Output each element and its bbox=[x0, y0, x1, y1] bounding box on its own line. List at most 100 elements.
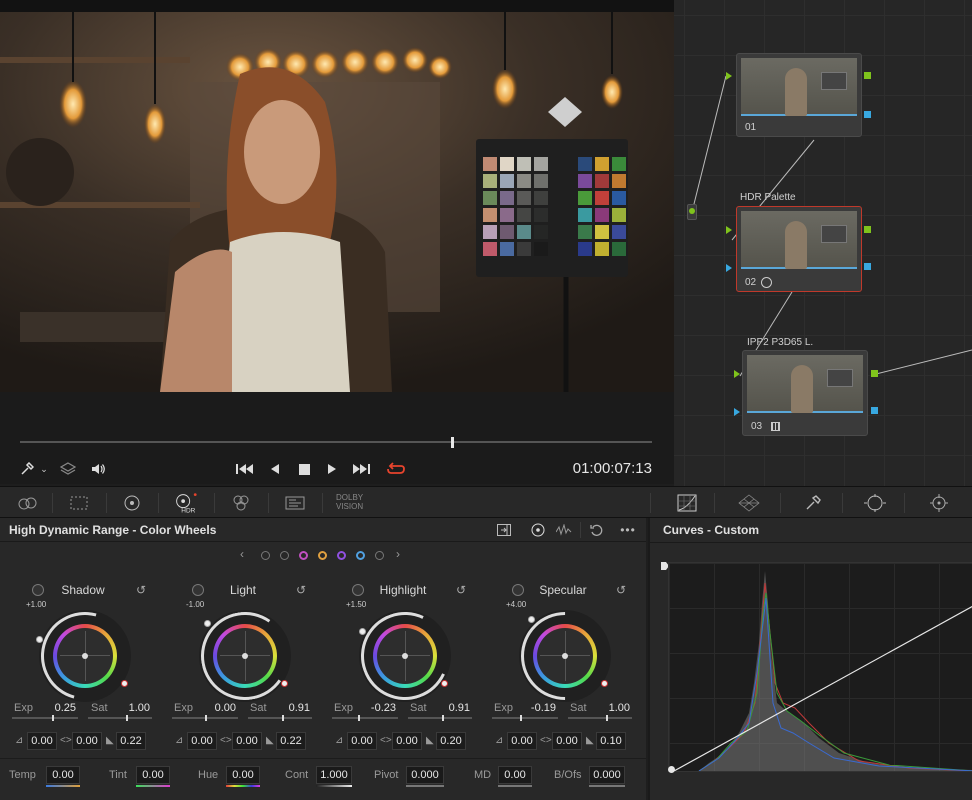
wheel-ring-knob[interactable] bbox=[121, 680, 128, 687]
y-offset-field[interactable]: 0.00 bbox=[552, 732, 582, 750]
stop-icon[interactable] bbox=[295, 460, 313, 478]
y-offset-field[interactable]: 0.00 bbox=[392, 732, 422, 750]
falloff-field[interactable]: 0.10 bbox=[596, 732, 626, 750]
sat-value[interactable]: 0.91 bbox=[434, 702, 470, 714]
wheel-puck[interactable] bbox=[82, 653, 88, 659]
play-icon[interactable] bbox=[323, 460, 341, 478]
hdr-icon[interactable]: HDR bbox=[172, 491, 198, 515]
x-offset-field[interactable]: 0.00 bbox=[27, 732, 57, 750]
rgb-mixer-icon[interactable] bbox=[228, 493, 254, 513]
skip-back-icon[interactable] bbox=[234, 460, 256, 478]
tint-field[interactable]: 0.00 bbox=[136, 766, 170, 784]
skip-forward-icon[interactable] bbox=[350, 460, 372, 478]
temp-field[interactable]: 0.00 bbox=[46, 766, 80, 784]
tracker-icon[interactable] bbox=[926, 493, 952, 513]
node-output-port[interactable] bbox=[864, 226, 871, 233]
viewer-image[interactable] bbox=[0, 12, 674, 392]
hue-field[interactable]: 0.00 bbox=[226, 766, 260, 784]
node-input-port[interactable] bbox=[734, 370, 740, 378]
expand-icon[interactable] bbox=[494, 521, 514, 539]
x-offset-field[interactable]: 0.00 bbox=[187, 732, 217, 750]
chevron-down-icon[interactable]: ⌄ bbox=[38, 460, 50, 478]
node-key-input-port[interactable] bbox=[726, 264, 732, 272]
sat-value[interactable]: 0.91 bbox=[274, 702, 310, 714]
node-02-selected[interactable]: 02 bbox=[736, 206, 862, 292]
speaker-icon[interactable] bbox=[88, 460, 108, 478]
more-options-icon[interactable]: ••• bbox=[618, 521, 638, 539]
motion-effects-icon[interactable] bbox=[282, 493, 308, 513]
wheels-mode-icon[interactable] bbox=[528, 521, 548, 539]
playhead[interactable] bbox=[451, 437, 454, 448]
exp-value[interactable]: 0.00 bbox=[200, 702, 236, 714]
exp-slider[interactable] bbox=[332, 715, 398, 721]
node-key-input-port[interactable] bbox=[734, 408, 740, 416]
node-output-port[interactable] bbox=[871, 370, 878, 377]
wheel-ring-knob[interactable] bbox=[601, 680, 608, 687]
color-wheels-icon[interactable] bbox=[119, 493, 145, 513]
sat-slider[interactable] bbox=[88, 715, 152, 721]
exp-value[interactable]: -0.23 bbox=[358, 702, 396, 714]
exp-slider[interactable] bbox=[492, 715, 558, 721]
chevron-left-icon[interactable]: ‹ bbox=[240, 547, 244, 561]
exp-slider[interactable] bbox=[172, 715, 238, 721]
reset-all-icon[interactable] bbox=[586, 521, 606, 539]
zone-dot[interactable] bbox=[375, 551, 384, 560]
chevron-right-icon[interactable]: › bbox=[396, 547, 400, 561]
wheel-puck[interactable] bbox=[242, 653, 248, 659]
reset-icon[interactable]: ↺ bbox=[136, 583, 146, 597]
falloff-field[interactable]: 0.22 bbox=[116, 732, 146, 750]
play-reverse-icon[interactable] bbox=[266, 460, 284, 478]
y-offset-field[interactable]: 0.00 bbox=[72, 732, 102, 750]
curves-icon[interactable] bbox=[674, 493, 700, 513]
waveform-mode-icon[interactable] bbox=[554, 521, 574, 539]
camera-raw-icon[interactable] bbox=[14, 493, 40, 513]
reset-icon[interactable]: ↺ bbox=[616, 583, 626, 597]
color-match-icon[interactable] bbox=[66, 493, 92, 513]
reset-icon[interactable]: ↺ bbox=[296, 583, 306, 597]
wheel-ring-knob[interactable] bbox=[281, 680, 288, 687]
node-alpha-port[interactable] bbox=[864, 263, 871, 270]
node-graph[interactable]: 01 HDR Palette 02 IPP2 P3D65 L. 03 bbox=[674, 0, 972, 486]
bofs-field[interactable]: 0.000 bbox=[589, 766, 625, 784]
timeline-scrubber[interactable] bbox=[20, 441, 652, 443]
node-03[interactable]: 03 bbox=[742, 350, 868, 436]
reset-icon[interactable]: ↺ bbox=[456, 583, 466, 597]
zone-dot[interactable] bbox=[261, 551, 270, 560]
exp-value[interactable]: -0.19 bbox=[518, 702, 556, 714]
sat-slider[interactable] bbox=[408, 715, 472, 721]
zone-dot-active[interactable] bbox=[356, 551, 365, 560]
wheel-ring-knob[interactable] bbox=[528, 616, 535, 623]
zone-dot-active[interactable] bbox=[299, 551, 308, 560]
cont-field[interactable]: 1.000 bbox=[316, 766, 352, 784]
wheel-ring-knob[interactable] bbox=[36, 636, 43, 643]
sat-value[interactable]: 1.00 bbox=[114, 702, 150, 714]
node-alpha-port[interactable] bbox=[871, 407, 878, 414]
sat-slider[interactable] bbox=[248, 715, 312, 721]
loop-icon[interactable] bbox=[385, 459, 407, 479]
x-offset-field[interactable]: 0.00 bbox=[347, 732, 377, 750]
color-warper-icon[interactable] bbox=[736, 493, 762, 513]
y-offset-field[interactable]: 0.00 bbox=[232, 732, 262, 750]
falloff-field[interactable]: 0.22 bbox=[276, 732, 306, 750]
zone-dot-active[interactable] bbox=[318, 551, 327, 560]
curve-control-point[interactable] bbox=[668, 766, 675, 773]
exp-value[interactable]: 0.25 bbox=[40, 702, 76, 714]
node-alpha-port[interactable] bbox=[864, 111, 871, 118]
dolby-vision-icon[interactable]: DOLBY VISION bbox=[336, 493, 363, 511]
curves-graph[interactable] bbox=[668, 562, 972, 772]
x-offset-field[interactable]: 0.00 bbox=[507, 732, 537, 750]
md-field[interactable]: 0.00 bbox=[498, 766, 532, 784]
node-input-port[interactable] bbox=[726, 72, 732, 80]
wheel-ring-knob[interactable] bbox=[359, 628, 366, 635]
pivot-field[interactable]: 0.000 bbox=[406, 766, 444, 784]
wheel-ring-knob[interactable] bbox=[441, 680, 448, 687]
wheel-puck[interactable] bbox=[562, 653, 568, 659]
exp-slider[interactable] bbox=[12, 715, 78, 721]
sat-value[interactable]: 1.00 bbox=[594, 702, 630, 714]
window-icon[interactable] bbox=[862, 493, 888, 513]
zone-dot-active[interactable] bbox=[337, 551, 346, 560]
wheel-ring-knob[interactable] bbox=[204, 620, 211, 627]
zone-dot[interactable] bbox=[280, 551, 289, 560]
eyedropper-icon[interactable] bbox=[18, 460, 36, 478]
qualifier-icon[interactable] bbox=[800, 493, 826, 513]
